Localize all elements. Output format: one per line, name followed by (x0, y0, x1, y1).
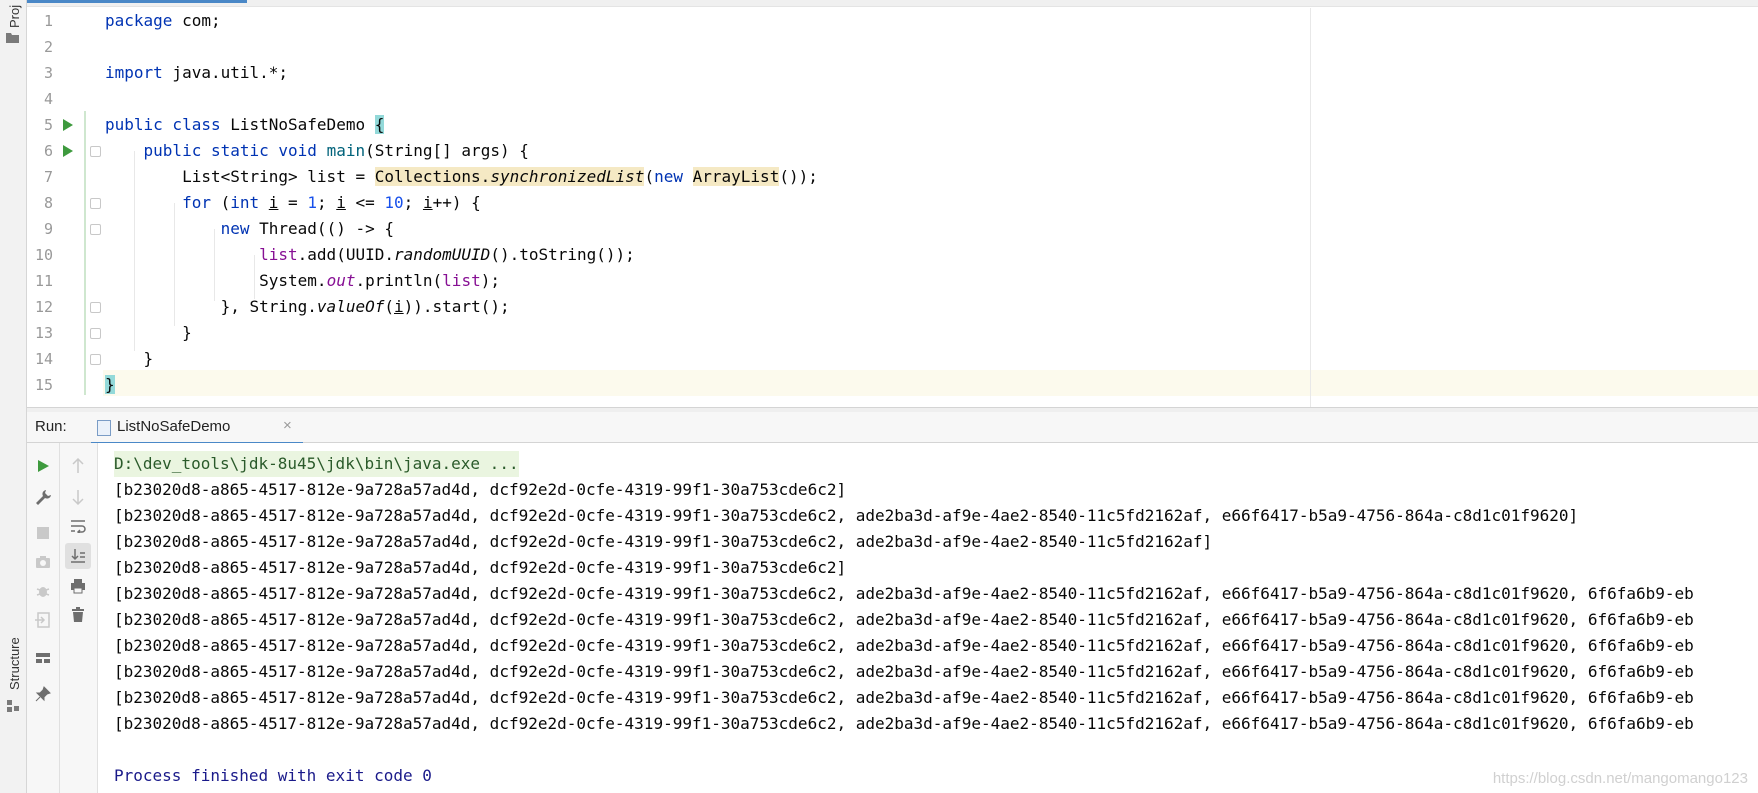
run-label: Run: (35, 418, 67, 435)
arrow-down-icon[interactable] (67, 486, 89, 508)
console-output[interactable]: D:\dev_tools\jdk-8u45\jdk\bin\java.exe .… (98, 443, 1758, 793)
console-line: [b23020d8-a865-4517-812e-9a728a57ad4d, d… (114, 558, 847, 577)
run-config-tab[interactable]: ListNoSafeDemo × (91, 412, 303, 445)
close-icon[interactable]: × (283, 417, 292, 434)
structure-icon[interactable] (7, 700, 19, 712)
fold-toggle-icon[interactable] (90, 302, 101, 313)
line-number: 13 (34, 324, 53, 342)
line-number: 2 (43, 38, 53, 56)
line-number: 11 (34, 272, 53, 290)
layout-icon[interactable] (32, 647, 54, 669)
soft-wrap-icon[interactable] (67, 515, 89, 537)
code-line: public class ListNoSafeDemo { (105, 115, 385, 134)
right-margin-guide (1310, 8, 1311, 407)
debug-icon[interactable] (32, 580, 54, 602)
code-line: System.out.println(list); (105, 271, 500, 290)
project-tool-label[interactable]: Proj (7, 5, 22, 28)
run-toolbar-primary (27, 443, 60, 793)
code-line: import java.util.*; (105, 63, 289, 82)
code-line: } (105, 375, 115, 394)
run-toolbar-header: Run: ListNoSafeDemo × (27, 412, 1758, 445)
tool-window-strip: Proj Structure (0, 0, 27, 793)
run-gutter-icon[interactable] (63, 119, 73, 131)
line-number: 3 (43, 64, 53, 82)
code-line: } (105, 349, 154, 368)
code-line: new Thread(() -> { (220, 219, 394, 238)
trash-icon[interactable] (67, 604, 89, 626)
fold-toggle-icon[interactable] (90, 328, 101, 339)
arrow-up-icon[interactable] (67, 455, 89, 477)
editor-gutter[interactable]: 1 2 3 4 5 6 7 8 9 10 11 12 13 14 15 (27, 8, 103, 407)
current-line-highlight (27, 370, 1758, 396)
scroll-to-end-icon[interactable] (65, 543, 91, 569)
process-finished-message: Process finished with exit code 0 (114, 766, 432, 785)
exit-icon[interactable] (32, 609, 54, 631)
stop-icon[interactable] (32, 522, 54, 544)
run-config-tab-label: ListNoSafeDemo (117, 418, 231, 435)
code-line: package com; (105, 11, 221, 30)
change-marker (84, 111, 86, 395)
code-editor[interactable]: 1 2 3 4 5 6 7 8 9 10 11 12 13 14 15 pack… (27, 0, 1758, 407)
run-icon[interactable] (32, 455, 54, 477)
print-icon[interactable] (67, 575, 89, 597)
line-number: 8 (43, 194, 53, 212)
active-tab-indicator (27, 0, 247, 3)
run-config-icon (97, 420, 111, 436)
line-number: 4 (43, 90, 53, 108)
line-number: 12 (34, 298, 53, 316)
console-line: [b23020d8-a865-4517-812e-9a728a57ad4d, d… (114, 506, 1579, 525)
editor-tab-strip (27, 0, 1758, 7)
line-number: 5 (43, 116, 53, 134)
pin-icon[interactable] (32, 683, 54, 705)
watermark: https://blog.csdn.net/mangomango123 (1492, 770, 1748, 787)
code-line: list.add(UUID.randomUUID().toString()); (259, 245, 635, 264)
structure-tool-label[interactable]: Structure (7, 637, 22, 690)
code-line: }, String.valueOf(i)).start(); (105, 297, 510, 316)
line-number: 14 (34, 350, 53, 368)
code-line: for (int i = 1; i <= 10; i++) { (182, 193, 481, 212)
run-toolbar-secondary (60, 443, 98, 793)
line-number: 10 (34, 246, 53, 264)
console-line: [b23020d8-a865-4517-812e-9a728a57ad4d, d… (114, 610, 1694, 629)
fold-toggle-icon[interactable] (90, 146, 101, 157)
code-line: public static void main(String[] args) { (143, 141, 529, 160)
wrench-icon[interactable] (32, 486, 54, 508)
folder-icon[interactable] (6, 32, 19, 43)
console-line: [b23020d8-a865-4517-812e-9a728a57ad4d, d… (114, 714, 1694, 733)
console-line: [b23020d8-a865-4517-812e-9a728a57ad4d, d… (114, 662, 1694, 681)
line-number: 15 (34, 376, 53, 394)
run-gutter-icon[interactable] (63, 145, 73, 157)
camera-icon[interactable] (32, 551, 54, 573)
line-number: 7 (43, 168, 53, 186)
console-command-line[interactable]: D:\dev_tools\jdk-8u45\jdk\bin\java.exe .… (114, 451, 519, 477)
fold-toggle-icon[interactable] (90, 198, 101, 209)
console-line: [b23020d8-a865-4517-812e-9a728a57ad4d, d… (114, 480, 847, 499)
line-number: 6 (43, 142, 53, 160)
console-line: [b23020d8-a865-4517-812e-9a728a57ad4d, d… (114, 584, 1694, 603)
code-line: List<String> list = Collections.synchron… (105, 167, 818, 186)
code-line: } (105, 323, 192, 342)
console-line: [b23020d8-a865-4517-812e-9a728a57ad4d, d… (114, 688, 1694, 707)
line-number: 9 (43, 220, 53, 238)
console-line: [b23020d8-a865-4517-812e-9a728a57ad4d, d… (114, 532, 1213, 551)
fold-toggle-icon[interactable] (90, 354, 101, 365)
fold-toggle-icon[interactable] (90, 224, 101, 235)
console-line: [b23020d8-a865-4517-812e-9a728a57ad4d, d… (114, 636, 1694, 655)
line-number: 1 (43, 12, 53, 30)
